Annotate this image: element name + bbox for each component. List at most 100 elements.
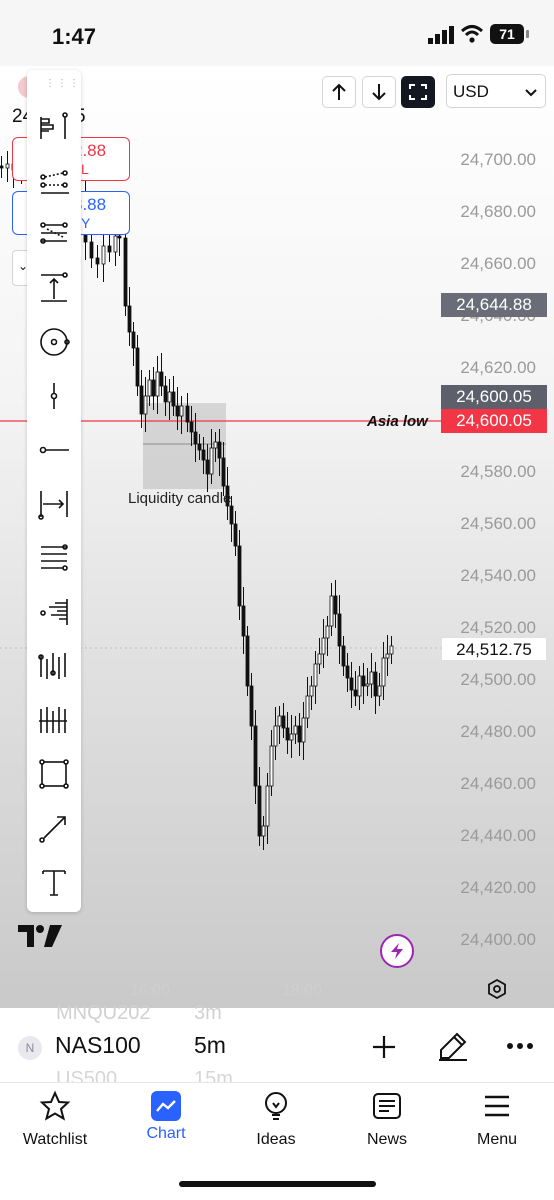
- add-icon[interactable]: [370, 1033, 398, 1061]
- trend-channel-tool[interactable]: [36, 162, 72, 198]
- price-marker-dark: 24,600.05: [441, 385, 547, 409]
- candle-body: [185, 405, 190, 423]
- bars-pattern-tool[interactable]: [36, 648, 72, 684]
- ghost-feed-tool[interactable]: [36, 702, 72, 738]
- nav-chart[interactable]: Chart: [116, 1090, 216, 1143]
- nav-menu[interactable]: Menu: [447, 1090, 547, 1149]
- text-icon: [42, 870, 66, 896]
- price-axis-label: 24,420.00: [460, 878, 536, 897]
- price-axis-label: 24,480.00: [460, 722, 536, 741]
- fullscreen-icon: [409, 84, 427, 100]
- status-bar: 1:47 71: [0, 0, 554, 66]
- volume-profile-tool[interactable]: [36, 594, 72, 630]
- candle-body: [217, 441, 222, 459]
- fullscreen-button[interactable]: [401, 76, 435, 108]
- nav-ideas[interactable]: Ideas: [226, 1090, 326, 1149]
- symbol-next: US500: [56, 1068, 118, 1082]
- candle-body: [369, 671, 374, 685]
- price-axis-label: 24,620.00: [460, 358, 536, 377]
- candle-body: [377, 685, 382, 697]
- status-time: 1:47: [52, 24, 97, 49]
- candle-body: [381, 657, 386, 687]
- interval-selector[interactable]: 5m: [194, 1032, 226, 1059]
- candle-body: [123, 237, 128, 307]
- vertical-line-icon: [50, 383, 58, 409]
- price-axis-label: 24,400.00: [460, 930, 536, 949]
- symbol-prev: MNQU202: [56, 1002, 151, 1024]
- candle-body: [257, 785, 262, 837]
- rectangle-tool[interactable]: [36, 756, 72, 792]
- candle-body: [277, 715, 282, 727]
- price-axis-label: 24,560.00: [460, 514, 536, 533]
- lightning-button[interactable]: [380, 934, 414, 968]
- ghost-feed-icon: [39, 707, 67, 733]
- long-position-tool[interactable]: [36, 108, 72, 144]
- candle-body: [389, 645, 394, 655]
- candle-body: [345, 665, 350, 679]
- candle-body: [301, 717, 306, 743]
- candle-body: [197, 443, 202, 451]
- currency-select[interactable]: USD: [446, 74, 546, 108]
- drawing-pen-icon[interactable]: [437, 1030, 469, 1062]
- date-range-tool[interactable]: [36, 486, 72, 522]
- currency-value: USD: [453, 82, 489, 101]
- horizontal-ray-icon: [39, 446, 69, 454]
- candle-body: [167, 391, 172, 403]
- long-position-icon: [40, 112, 68, 139]
- price-axis-label: 24,680.00: [460, 202, 536, 221]
- asia-low-label: Asia low: [367, 413, 428, 430]
- candle-body: [349, 677, 354, 691]
- more-icon[interactable]: [506, 1042, 534, 1050]
- candle-body: [325, 625, 330, 639]
- rectangle-icon: [39, 759, 69, 789]
- price-axis-label: 24,500.00: [460, 670, 536, 689]
- candle-body: [5, 163, 10, 169]
- scroll-up-button[interactable]: [322, 76, 356, 108]
- candle-body: [261, 825, 266, 837]
- nav-watchlist[interactable]: Watchlist: [5, 1090, 105, 1149]
- chart-area[interactable]: 24,700.0024,680.0024,660.0024,640.0024,6…: [0, 66, 554, 1008]
- lightning-icon: [391, 943, 403, 959]
- price-axis-label: 24,440.00: [460, 826, 536, 845]
- fib-channel-tool[interactable]: [36, 216, 72, 252]
- symbol-selector[interactable]: NAS100: [55, 1032, 141, 1059]
- chart-settings-icon[interactable]: [486, 978, 508, 1000]
- candle-body: [361, 675, 366, 687]
- fib-channel-icon: [40, 222, 68, 244]
- horizontal-ray-tool[interactable]: [36, 432, 72, 468]
- candle-body: [179, 405, 184, 417]
- circle-tool[interactable]: [36, 324, 72, 360]
- candle-body: [163, 385, 168, 403]
- candle-body: [143, 395, 148, 415]
- price-range-icon: [41, 272, 68, 302]
- scroll-down-button[interactable]: [362, 76, 396, 108]
- signal-icon: [428, 26, 454, 44]
- candle-body: [285, 727, 290, 741]
- candle-body: [297, 725, 302, 743]
- arrow-down-icon: [372, 84, 386, 101]
- home-indicator: [179, 1181, 376, 1187]
- nav-news[interactable]: News: [337, 1090, 437, 1149]
- candle-body: [209, 447, 214, 475]
- volume-profile-icon: [40, 599, 68, 625]
- candle-body: [0, 165, 4, 169]
- candle-body: [189, 421, 194, 433]
- circle-icon: [40, 328, 70, 356]
- candle-body: [305, 695, 310, 719]
- fib-retracement-tool[interactable]: [36, 540, 72, 576]
- price-axis-label: 24,460.00: [460, 774, 536, 793]
- price-axis-label: 24,520.00: [460, 618, 536, 637]
- price-range-tool[interactable]: [36, 270, 72, 306]
- candle-body: [159, 371, 164, 387]
- vertical-line-tool[interactable]: [36, 378, 72, 414]
- candle-body: [341, 645, 346, 667]
- text-tool[interactable]: [36, 864, 72, 900]
- drag-handle-icon[interactable]: ⋮⋮⋮: [45, 78, 79, 89]
- drawing-toolbar[interactable]: ⋮⋮⋮: [27, 70, 81, 912]
- candle-body: [205, 459, 210, 475]
- star-icon: [39, 1090, 71, 1121]
- candle-body: [117, 235, 122, 239]
- arrow-tool[interactable]: [36, 810, 72, 846]
- candle-body: [155, 371, 160, 397]
- candle-body: [321, 637, 326, 655]
